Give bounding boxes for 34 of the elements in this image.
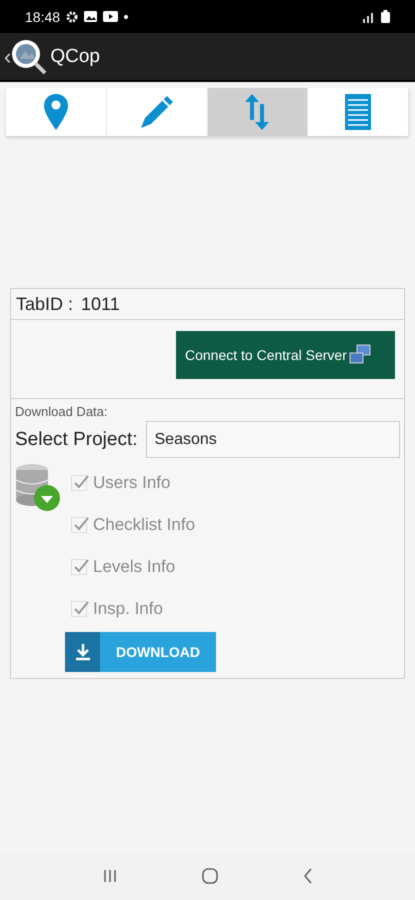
list-icon — [345, 94, 372, 130]
checkbox-label: Levels Info — [93, 557, 176, 577]
pencil-icon — [138, 94, 175, 130]
connect-button[interactable]: Connect to Central Server — [176, 331, 395, 379]
checkbox-label: Checklist Info — [93, 515, 196, 535]
app-title: QCop — [50, 46, 100, 68]
checkbox-label: Insp. Info — [93, 599, 163, 619]
checkbox-label: Users Info — [93, 473, 170, 493]
video-icon — [103, 11, 118, 22]
image-icon — [84, 11, 98, 22]
database-download-icon — [15, 462, 61, 512]
signal-icon — [362, 10, 376, 22]
project-field[interactable]: Seasons — [146, 421, 400, 458]
logo-icon — [11, 38, 48, 74]
tab[interactable] — [208, 88, 308, 136]
tab[interactable] — [308, 88, 409, 136]
home-icon[interactable] — [202, 868, 218, 884]
recent-apps-icon[interactable] — [102, 869, 118, 883]
map-pin-icon — [44, 94, 68, 130]
dot-icon — [124, 14, 128, 18]
section-heading: Download Data: — [15, 404, 108, 419]
tab-id-value: 1011 — [81, 294, 120, 314]
up-down-arrows-icon — [245, 94, 270, 130]
computers-icon — [348, 344, 371, 366]
back-icon[interactable] — [302, 868, 313, 884]
gear-icon — [66, 10, 78, 22]
back-button[interactable]: ‹ — [4, 44, 12, 70]
field-label: Select Project: — [15, 428, 138, 450]
tab[interactable] — [106, 88, 208, 136]
battery-icon — [381, 10, 390, 23]
tab-id-label: TabID : — [16, 294, 74, 314]
download-icon — [74, 643, 90, 661]
status-time: 18:48 — [25, 8, 60, 24]
tab[interactable] — [6, 88, 107, 136]
